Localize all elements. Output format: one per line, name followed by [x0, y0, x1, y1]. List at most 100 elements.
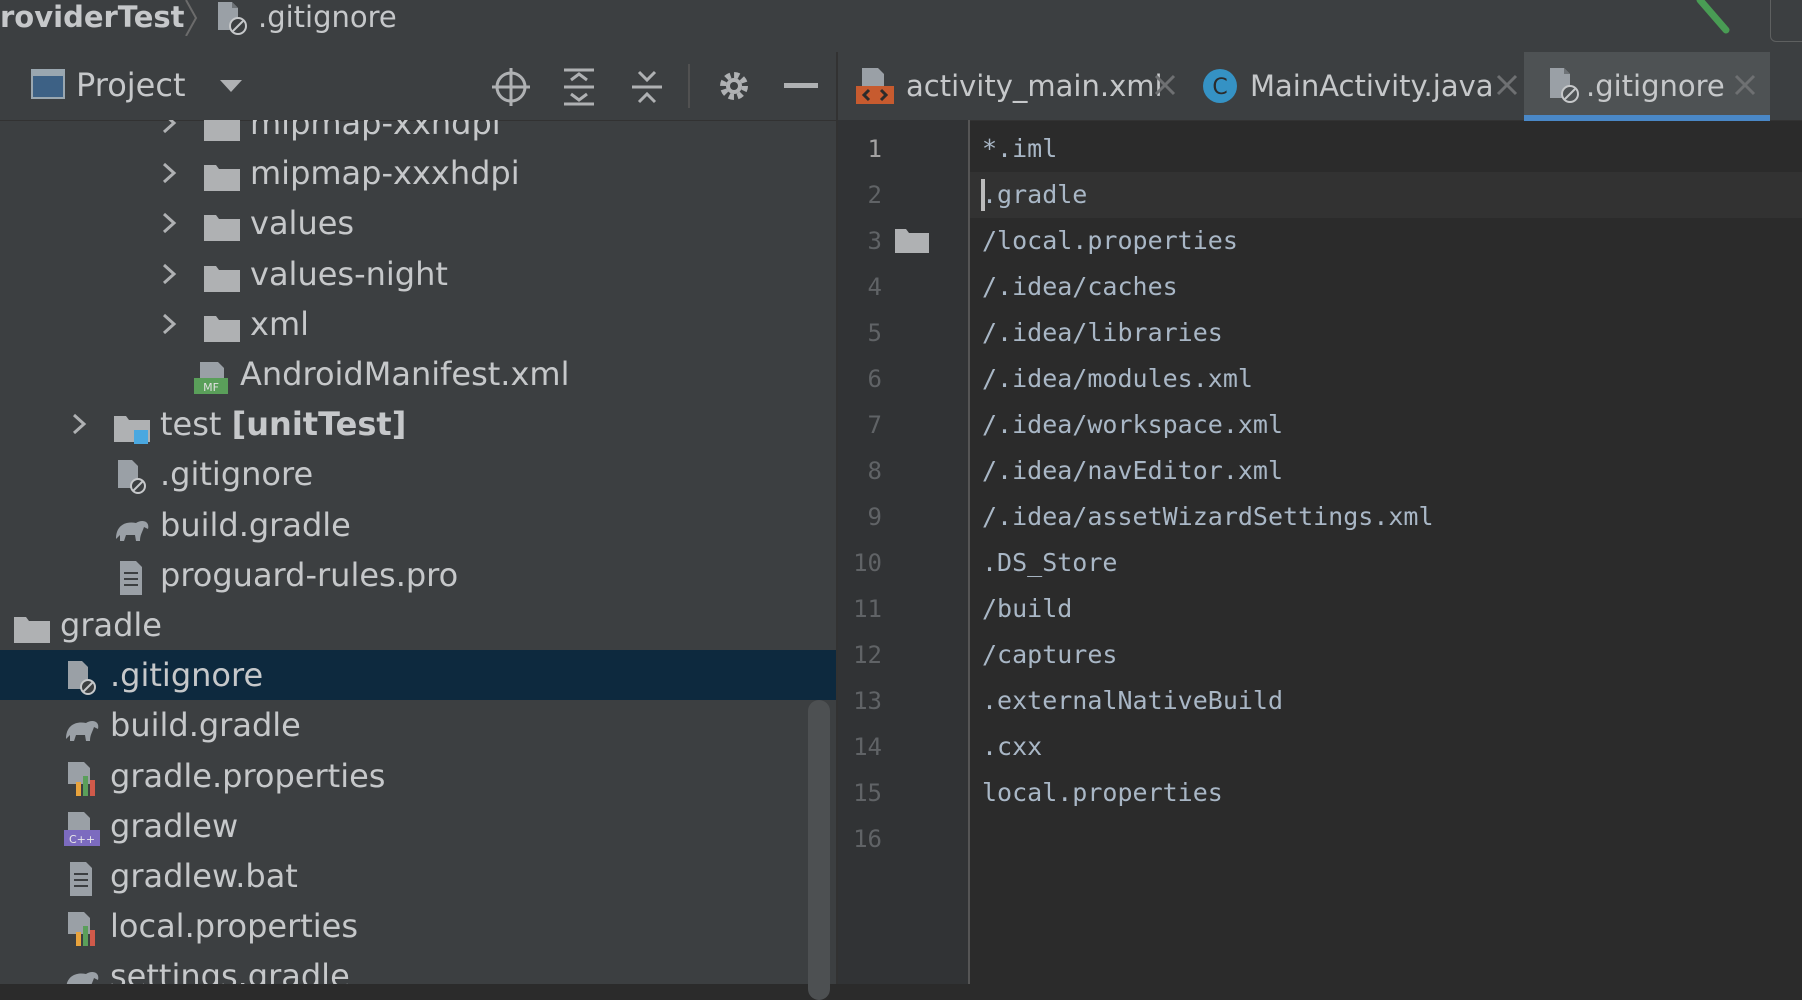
test-folder-icon — [112, 408, 152, 445]
line-number: 10 — [853, 549, 882, 577]
tree-item[interactable]: build.gradle — [0, 700, 836, 750]
chevron-right-icon[interactable] — [158, 263, 180, 285]
tree-item[interactable]: mipmap-xxhdpi — [0, 120, 836, 148]
tab-label: activity_main.xml — [906, 69, 1163, 103]
code-line[interactable]: .externalNativeBuild — [982, 678, 1283, 724]
properties-file-icon — [62, 910, 102, 947]
project-tree: mipmap-xxhdpi mipmap-xxxhdpi values values-… — [0, 120, 836, 984]
navigation-bar: roviderTest .gitignore — [0, 0, 1802, 53]
folder-gutter-icon — [895, 229, 929, 253]
code-line[interactable]: /.idea/caches — [982, 264, 1178, 310]
manifest-file-icon: MF — [192, 358, 232, 394]
toolbar-divider — [688, 64, 690, 108]
code-line[interactable]: /.idea/navEditor.xml — [982, 448, 1283, 494]
code-line[interactable]: /build — [982, 586, 1072, 632]
line-number: 8 — [867, 457, 882, 485]
tree-scrollbar[interactable] — [808, 700, 830, 1000]
line-number: 2 — [867, 181, 882, 209]
tree-item[interactable]: build.gradle — [0, 500, 836, 550]
project-view-selector[interactable]: Project — [76, 66, 185, 104]
close-icon[interactable] — [1734, 74, 1756, 96]
code-line[interactable]: /captures — [982, 632, 1117, 678]
tree-item[interactable]: .gitignore — [0, 449, 836, 499]
tree-item[interactable]: values — [0, 198, 836, 248]
folder-icon — [202, 157, 242, 192]
code-line[interactable]: .cxx — [982, 724, 1042, 770]
gradle-elephant-icon — [62, 960, 102, 984]
code-line[interactable]: /.idea/libraries — [982, 310, 1223, 356]
tree-item[interactable]: MF AndroidManifest.xml — [0, 349, 836, 399]
tree-item[interactable]: gradlew.bat — [0, 851, 836, 901]
tree-item-text: values — [250, 204, 355, 243]
active-tab-indicator — [1524, 115, 1770, 121]
folder-icon — [202, 120, 242, 141]
gitignore-file-icon — [1550, 68, 1579, 103]
tree-item[interactable]: settings.gradle — [0, 951, 836, 984]
tree-item[interactable]: test [unitTest] — [0, 399, 836, 449]
toolbar-button[interactable] — [1770, 0, 1802, 42]
expand-all-icon[interactable] — [562, 68, 596, 106]
tab-activity-main-xml[interactable]: activity_main.xml — [838, 52, 1188, 120]
chevron-down-icon[interactable] — [218, 78, 244, 96]
gradle-elephant-icon — [112, 509, 152, 543]
tree-item-label: gradlew.bat — [110, 851, 298, 901]
project-tool-window: Project mipmap-xxhdpi mipmap-xxxhdpi val… — [0, 52, 836, 1000]
line-number: 3 — [867, 227, 882, 255]
tree-item[interactable]: .gitignore — [0, 650, 836, 701]
code-line[interactable]: /local.properties — [982, 218, 1238, 264]
tree-item-text: gradlew.bat — [110, 857, 298, 895]
tree-item-text: values-night — [250, 254, 448, 293]
close-icon[interactable] — [1154, 74, 1176, 96]
breadcrumb-project[interactable]: roviderTest — [0, 0, 185, 34]
tree-item-text: settings.gradle — [110, 957, 350, 984]
tree-item[interactable]: gradle.properties — [0, 751, 836, 801]
code-line[interactable]: /.idea/modules.xml — [982, 356, 1253, 402]
tree-item-text: build.gradle — [110, 706, 301, 745]
tree-item-label: gradle — [60, 600, 162, 650]
tree-item-text: mipmap-xxhdpi — [250, 120, 501, 142]
tree-item-label: gradlew — [110, 801, 238, 851]
gitignore-file-icon — [218, 2, 247, 35]
breadcrumb-file[interactable]: .gitignore — [258, 0, 397, 34]
folder-icon — [202, 308, 242, 342]
chevron-right-icon[interactable] — [158, 120, 180, 134]
tree-item-text: build.gradle — [160, 505, 351, 544]
chevron-right-icon[interactable] — [68, 413, 90, 435]
hide-panel-icon[interactable] — [784, 82, 818, 90]
chevron-right-icon[interactable] — [158, 212, 180, 234]
tab-gitignore[interactable]: .gitignore — [1524, 52, 1770, 121]
line-number: 1 — [867, 135, 882, 163]
tree-item-text: mipmap-xxxhdpi — [250, 154, 520, 193]
code-line[interactable]: .gradle — [982, 172, 1087, 218]
line-number: 14 — [853, 733, 882, 761]
tree-item[interactable]: gradle — [0, 600, 836, 650]
tree-item-label: build.gradle — [160, 500, 351, 550]
tree-item[interactable]: local.properties — [0, 901, 836, 951]
tree-item[interactable]: C++ gradlew — [0, 801, 836, 851]
tree-item-label: settings.gradle — [110, 951, 350, 984]
chevron-right-icon[interactable] — [158, 162, 180, 184]
tab-label: .gitignore — [1586, 69, 1725, 103]
locate-crosshair-icon[interactable] — [492, 68, 530, 106]
tree-item[interactable]: values-night — [0, 249, 836, 299]
tree-item-text: local.properties — [110, 907, 359, 946]
tree-item[interactable]: mipmap-xxxhdpi — [0, 148, 836, 198]
line-number: 4 — [867, 273, 882, 301]
tree-item[interactable]: xml — [0, 299, 836, 349]
code-line[interactable]: *.iml — [982, 126, 1057, 172]
build-hammer-icon[interactable] — [1694, 0, 1734, 36]
tree-item[interactable]: proguard-rules.pro — [0, 550, 836, 600]
close-icon[interactable] — [1496, 74, 1518, 96]
code-line[interactable]: /.idea/workspace.xml — [982, 402, 1283, 448]
tab-main-activity-java[interactable]: C MainActivity.java — [1188, 52, 1534, 120]
chevron-right-icon[interactable] — [158, 313, 180, 335]
folder-icon — [12, 609, 52, 643]
code-line[interactable]: /.idea/assetWizardSettings.xml — [982, 494, 1434, 540]
line-number: 7 — [867, 411, 882, 439]
collapse-all-icon[interactable] — [630, 68, 664, 106]
gear-icon[interactable] — [716, 68, 752, 104]
tree-item-text: proguard-rules.pro — [160, 555, 459, 594]
tree-item-text: .gitignore — [160, 455, 314, 494]
code-line[interactable]: local.properties — [982, 770, 1223, 816]
code-line[interactable]: .DS_Store — [982, 540, 1117, 586]
